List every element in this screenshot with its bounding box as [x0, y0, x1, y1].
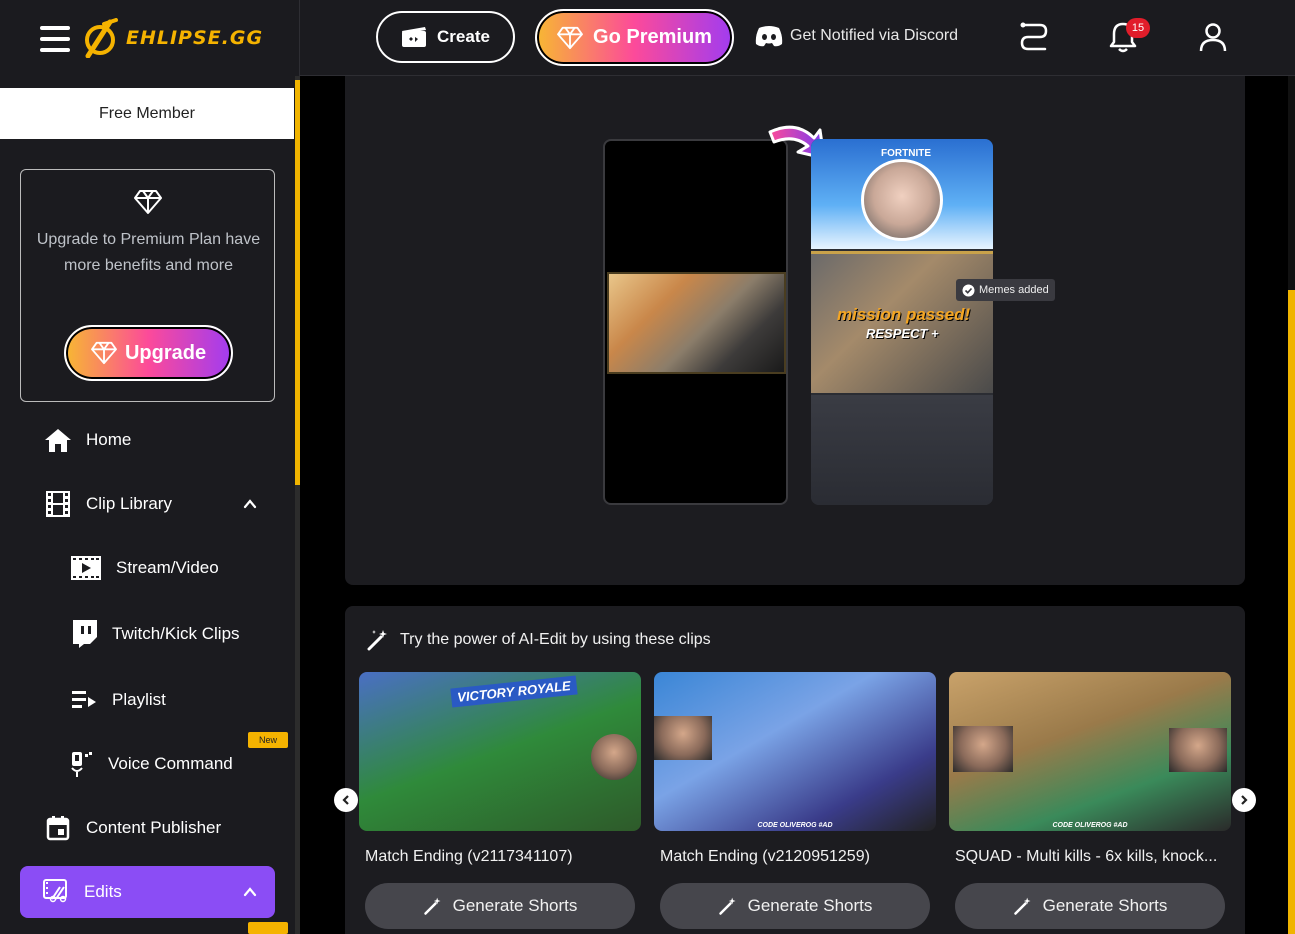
voice-command-icon	[70, 750, 94, 778]
blurred-background	[811, 395, 993, 505]
sidebar-item-label: Clip Library	[86, 494, 172, 513]
sidebar-item-label: Voice Command	[108, 754, 233, 773]
logo-text: EHLIPSE.GG	[126, 27, 264, 49]
chevron-right-icon	[1241, 795, 1248, 805]
sidebar: EHLIPSE.GG Free Member Upgrade to Premiu…	[0, 0, 300, 934]
home-icon	[44, 426, 72, 454]
clip-title: Match Ending (v2117341107)	[365, 848, 573, 865]
generate-shorts-label: Generate Shorts	[1042, 896, 1168, 915]
upgrade-button[interactable]: Upgrade	[64, 325, 233, 381]
ai-edit-heading: Try the power of AI-Edit by using these …	[366, 628, 711, 652]
new-badge: New	[248, 732, 288, 748]
thumbnail-overlay-text: CODE OLIVEROG #AD	[1052, 822, 1128, 829]
menu-icon[interactable]	[40, 26, 70, 52]
chevron-up-icon[interactable]	[243, 497, 257, 511]
gameplay-clip-thumbnail	[607, 272, 786, 374]
film-icon	[44, 490, 72, 518]
clip-thumbnail[interactable]: VICTORY ROYALE	[359, 672, 641, 831]
sidebar-item-edits[interactable]: Edits	[20, 866, 275, 918]
clip-thumbnail[interactable]: CODE OLIVEROG #AD	[654, 672, 936, 831]
create-label: Create	[437, 27, 490, 46]
thumbnail-overlay-text: CODE OLIVEROG #AD	[757, 822, 833, 829]
generate-shorts-button[interactable]: Generate Shorts	[955, 883, 1225, 929]
thumbnail-overlay-text: VICTORY ROYALE	[450, 675, 578, 708]
notification-count-badge: 15	[1126, 18, 1150, 38]
chevron-left-icon	[342, 795, 349, 805]
meme-caption: mission passed!	[837, 305, 971, 324]
facecam	[654, 716, 712, 760]
generate-shorts-label: Generate Shorts	[747, 896, 873, 915]
sidebar-item-label: Edits	[84, 882, 122, 901]
magic-wand-icon	[718, 897, 736, 915]
sidebar-scrollbar-thumb[interactable]	[295, 80, 300, 485]
meme-subcaption: RESPECT +	[866, 326, 939, 341]
edited-short-preview: FORTNITE mission passed! RESPECT +	[811, 139, 993, 505]
edits-icon	[42, 877, 68, 908]
calendar-icon	[44, 814, 72, 842]
game-title-text: FORTNITE	[881, 148, 931, 159]
upgrade-button-label: Upgrade	[124, 341, 207, 364]
sidebar-item-home[interactable]: Home	[44, 426, 131, 454]
magic-wand-icon	[423, 897, 441, 915]
sidebar-item-label: Stream/Video	[116, 558, 219, 577]
carousel-prev-button[interactable]	[334, 788, 358, 812]
playlist-icon	[70, 686, 98, 714]
clapperboard-icon	[402, 27, 427, 47]
carousel-next-button[interactable]	[1232, 788, 1256, 812]
upgrade-message: Upgrade to Premium Plan have more benefi…	[36, 231, 261, 274]
new-badge-partial	[248, 922, 288, 934]
generate-shorts-label: Generate Shorts	[452, 896, 578, 915]
diamond-icon	[557, 26, 583, 49]
clip-title: SQUAD - Multi kills - 6x kills, knock...	[955, 848, 1218, 865]
memes-added-tag: Memes added	[956, 279, 1055, 301]
sidebar-item-content-publisher[interactable]: Content Publisher	[44, 814, 221, 842]
go-premium-button[interactable]: Go Premium	[535, 9, 734, 66]
route-icon[interactable]	[1018, 20, 1050, 54]
magic-wand-icon	[1013, 897, 1031, 915]
upgrade-card: Upgrade to Premium Plan have more benefi…	[20, 169, 275, 402]
generate-shorts-button[interactable]: Generate Shorts	[660, 883, 930, 929]
discord-notify-link[interactable]: Get Notified via Discord	[754, 24, 958, 48]
member-status: Free Member	[0, 88, 294, 139]
sidebar-item-clip-library[interactable]: Clip Library	[44, 490, 172, 518]
sidebar-item-stream-video[interactable]: Stream/Video	[70, 554, 219, 582]
logo-mark-icon	[85, 18, 118, 58]
sidebar-item-label: Playlist	[112, 690, 166, 709]
memes-added-label: Memes added	[979, 284, 1049, 296]
clip-title: Match Ending (v2120951259)	[660, 848, 870, 865]
main-scrollbar-thumb[interactable]	[1288, 290, 1295, 934]
go-premium-label: Go Premium	[593, 26, 712, 48]
facecam	[591, 734, 637, 780]
top-bar: Create Go Premium Get Notified via Disco…	[300, 0, 1295, 76]
sidebar-item-twitch-kick-clips[interactable]: Twitch/Kick Clips	[70, 620, 240, 648]
brand-header: EHLIPSE.GG	[0, 0, 300, 76]
discord-label: Get Notified via Discord	[790, 27, 959, 44]
user-icon[interactable]	[1197, 20, 1229, 54]
sidebar-item-label: Home	[86, 430, 132, 449]
original-video-preview	[603, 139, 788, 505]
discord-icon	[755, 26, 783, 47]
generate-shorts-button[interactable]: Generate Shorts	[365, 883, 635, 929]
facecam-circle	[861, 159, 943, 241]
sidebar-item-label: Twitch/Kick Clips	[112, 624, 240, 643]
create-button[interactable]: Create	[376, 11, 515, 63]
chevron-up-icon[interactable]	[243, 885, 257, 899]
video-icon	[70, 554, 102, 582]
check-circle-icon	[962, 284, 975, 296]
sidebar-item-voice-command[interactable]: Voice Command	[70, 750, 233, 778]
logo[interactable]: EHLIPSE.GG	[80, 18, 263, 58]
facecam	[953, 726, 1013, 772]
ai-edit-title: Try the power of AI-Edit by using these …	[400, 631, 711, 648]
twitch-icon	[70, 620, 98, 648]
facecam	[1169, 728, 1227, 772]
diamond-icon	[134, 190, 162, 214]
diamond-icon	[91, 341, 117, 365]
magic-wand-icon	[367, 630, 387, 651]
clip-thumbnail[interactable]: CODE OLIVEROG #AD	[949, 672, 1231, 831]
sidebar-item-playlist[interactable]: Playlist	[70, 686, 166, 714]
sidebar-item-label: Content Publisher	[86, 818, 222, 837]
